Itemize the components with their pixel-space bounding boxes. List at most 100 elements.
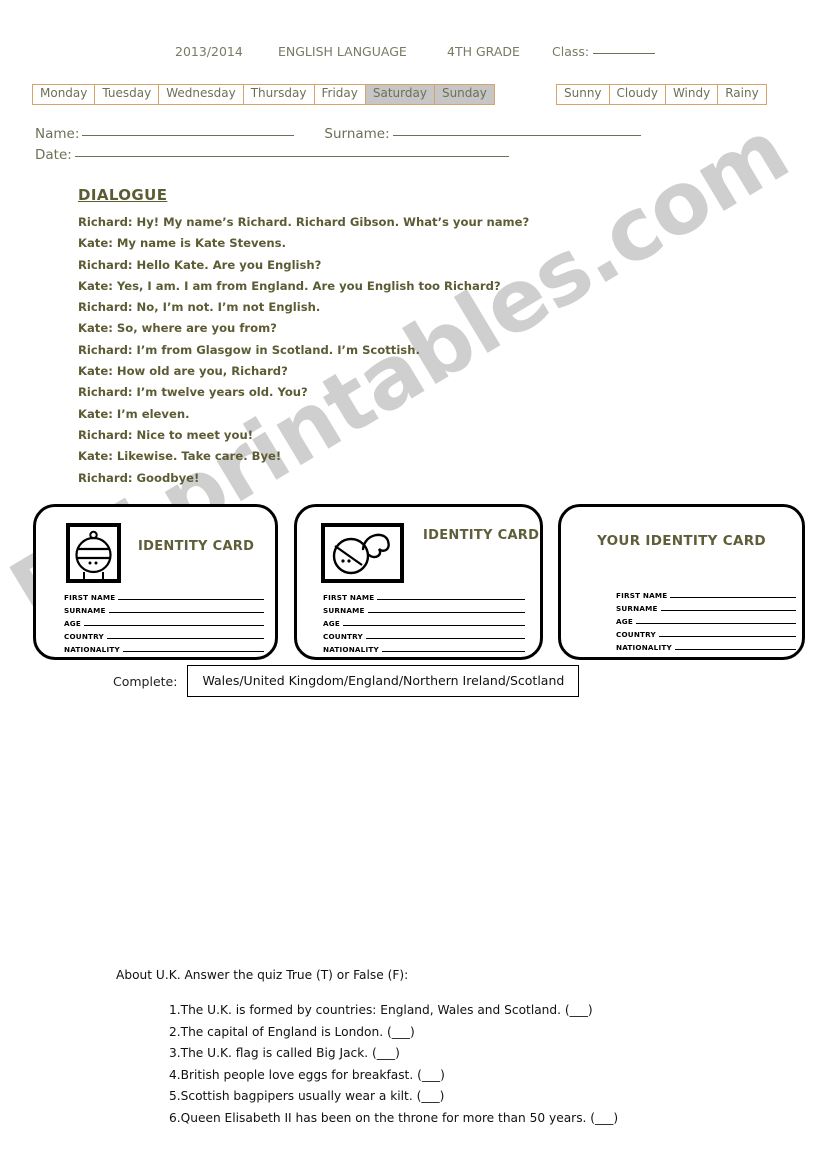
field-line[interactable] <box>670 596 796 598</box>
list-item[interactable]: 5.Scottish bagpipers usually wear a kilt… <box>169 1086 776 1108</box>
complete-exercise-row: Complete: Wales/United Kingdom/England/N… <box>113 665 580 697</box>
field-nationality[interactable]: NATIONALITY <box>323 641 525 654</box>
header-subject: ENGLISH LANGUAGE <box>278 44 407 59</box>
worksheet-page: ESLprintables.com 2013/2014 ENGLISH LANG… <box>0 0 826 1169</box>
identity-card-title: IDENTITY CARD <box>423 528 540 543</box>
day-cell-monday[interactable]: Monday <box>31 84 96 105</box>
list-item[interactable]: 3.The U.K. flag is called Big Jack. (___… <box>169 1043 776 1065</box>
field-country[interactable]: COUNTRY <box>616 626 796 639</box>
identity-card-male: IDENTITY CARD FIRST NAME SURNAME AGE COU… <box>33 504 278 660</box>
field-first-name[interactable]: FIRST NAME <box>616 587 796 600</box>
day-cell-wednesday[interactable]: Wednesday <box>158 84 244 105</box>
field-line[interactable] <box>122 650 264 652</box>
identity-card-fields: FIRST NAME SURNAME AGE COUNTRY NATIONALI… <box>323 589 525 654</box>
field-first-name[interactable]: FIRST NAME <box>64 589 264 602</box>
field-nationality[interactable]: NATIONALITY <box>64 641 264 654</box>
weather-cell-rainy[interactable]: Rainy <box>717 84 767 105</box>
dialogue-line: Kate: Yes, I am. I am from England. Are … <box>78 278 501 293</box>
list-item[interactable]: 1.The U.K. is formed by countries: Engla… <box>169 1000 776 1022</box>
dialogue-line: Richard: No, I’m not. I’m not English. <box>78 300 321 315</box>
days-of-week-table[interactable]: Monday Tuesday Wednesday Thursday Friday… <box>31 84 495 105</box>
field-line[interactable] <box>635 622 796 624</box>
identity-card-title: IDENTITY CARD <box>138 539 255 554</box>
field-surname[interactable]: SURNAME <box>616 600 796 613</box>
dialogue-line: Richard: Hy! My name’s Richard. Richard … <box>78 215 530 229</box>
weather-table[interactable]: Sunny Cloudy Windy Rainy <box>556 84 767 105</box>
field-line[interactable] <box>342 624 525 626</box>
field-label: FIRST NAME <box>616 591 668 600</box>
list-item[interactable]: 2.The capital of England is London. (___… <box>169 1022 776 1044</box>
day-cell-sunday[interactable]: Sunday <box>433 84 495 105</box>
table-row: Sunny Cloudy Windy Rainy <box>556 84 767 105</box>
quiz-instructions: About U.K. Answer the quiz True (T) or F… <box>116 968 409 982</box>
field-line[interactable] <box>108 611 264 613</box>
field-line[interactable] <box>674 648 796 650</box>
date-input-line[interactable] <box>74 156 509 157</box>
dialogue-line: Kate: How old are you, Richard? <box>78 364 288 379</box>
list-item[interactable]: 4.British people love eggs for breakfast… <box>169 1065 776 1087</box>
field-label: COUNTRY <box>323 632 363 641</box>
student-info-block: Name: Surname: Date: <box>35 126 641 168</box>
field-surname[interactable]: SURNAME <box>323 602 525 615</box>
header-class-field[interactable]: Class: <box>552 44 656 59</box>
dialogue-line: Kate: I’m eleven. <box>78 406 190 421</box>
quiz-question-list: 1.The U.K. is formed by countries: Engla… <box>116 1000 776 1129</box>
field-surname[interactable]: SURNAME <box>64 602 264 615</box>
field-line[interactable] <box>106 637 264 639</box>
field-label: SURNAME <box>323 606 365 615</box>
field-age[interactable]: AGE <box>64 615 264 628</box>
field-first-name[interactable]: FIRST NAME <box>323 589 525 602</box>
field-label: AGE <box>616 617 633 626</box>
field-country[interactable]: COUNTRY <box>323 628 525 641</box>
field-nationality[interactable]: NATIONALITY <box>616 639 796 652</box>
field-label: AGE <box>323 619 340 628</box>
field-label: NATIONALITY <box>323 645 379 654</box>
day-cell-tuesday[interactable]: Tuesday <box>94 84 160 105</box>
dialogue-line: Kate: My name is Kate Stevens. <box>78 236 286 251</box>
day-cell-friday[interactable]: Friday <box>313 84 366 105</box>
female-face-photo-icon <box>321 523 404 583</box>
day-cell-thursday[interactable]: Thursday <box>242 84 315 105</box>
identity-card-fields: FIRST NAME SURNAME AGE COUNTRY NATIONALI… <box>616 587 796 652</box>
list-item[interactable]: 6.Queen Elisabeth II has been on the thr… <box>169 1108 776 1130</box>
field-line[interactable] <box>365 637 525 639</box>
field-line[interactable] <box>658 635 796 637</box>
weather-cell-cloudy[interactable]: Cloudy <box>608 84 666 105</box>
field-country[interactable]: COUNTRY <box>64 628 264 641</box>
dialogue-line: Kate: Likewise. Take care. Bye! <box>78 449 282 464</box>
dialogue-line: Richard: I’m from Glasgow in Scotland. I… <box>78 342 420 357</box>
identity-card-female: IDENTITY CARD FIRST NAME SURNAME AGE COU… <box>294 504 543 660</box>
dialogue-line: Richard: I’m twelve years old. You? <box>78 385 308 400</box>
class-blank-line[interactable] <box>593 53 656 54</box>
field-label: COUNTRY <box>616 630 656 639</box>
field-label: FIRST NAME <box>323 593 375 602</box>
dialogue-line: Kate: So, where are you from? <box>78 321 277 336</box>
field-line[interactable] <box>118 598 264 600</box>
date-label: Date: <box>35 147 72 163</box>
field-line[interactable] <box>367 611 525 613</box>
field-label: NATIONALITY <box>616 643 672 652</box>
name-input-line[interactable] <box>82 135 295 136</box>
day-cell-saturday[interactable]: Saturday <box>364 84 435 105</box>
name-surname-row: Name: Surname: <box>35 126 641 147</box>
field-line[interactable] <box>381 650 525 652</box>
field-age[interactable]: AGE <box>323 615 525 628</box>
field-line[interactable] <box>83 624 264 626</box>
field-label: FIRST NAME <box>64 593 116 602</box>
male-face-svg <box>75 530 112 579</box>
surname-input-line[interactable] <box>392 135 641 136</box>
true-false-quiz: About U.K. Answer the quiz True (T) or F… <box>116 968 776 1129</box>
weather-cell-windy[interactable]: Windy <box>664 84 719 105</box>
worksheet-header: 2013/2014 ENGLISH LANGUAGE 4TH GRADE Cla… <box>0 44 826 66</box>
weather-cell-sunny[interactable]: Sunny <box>556 84 610 105</box>
field-line[interactable] <box>660 609 796 611</box>
identity-card-your-own: YOUR IDENTITY CARD FIRST NAME SURNAME AG… <box>558 504 805 660</box>
dialogue-line: Richard: Goodbye! <box>78 470 200 485</box>
header-school-year: 2013/2014 <box>175 44 243 59</box>
female-face-svg <box>332 533 390 575</box>
field-label: NATIONALITY <box>64 645 120 654</box>
field-label: AGE <box>64 619 81 628</box>
field-line[interactable] <box>377 598 525 600</box>
field-age[interactable]: AGE <box>616 613 796 626</box>
date-row: Date: <box>35 147 641 168</box>
